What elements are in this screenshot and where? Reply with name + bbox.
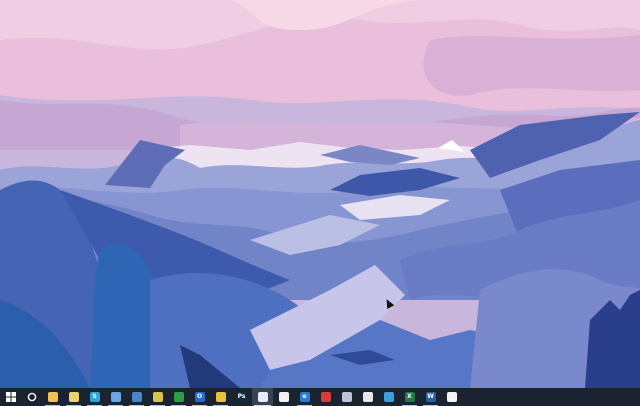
- word-icon: W: [425, 392, 436, 402]
- sketch-icon: [152, 392, 163, 402]
- cortana-ring-icon: [27, 392, 36, 402]
- wechat-icon: [68, 392, 79, 402]
- store-bag-icon: [446, 392, 457, 402]
- search-button[interactable]: [21, 388, 42, 406]
- yellow-app-icon: [215, 392, 226, 402]
- taskbar-app-wechat[interactable]: [63, 388, 84, 406]
- start-button[interactable]: [0, 388, 21, 406]
- taskbar-app-outlook[interactable]: O: [189, 388, 210, 406]
- taskbar-app-baidu[interactable]: [357, 388, 378, 406]
- telegram-icon: [383, 392, 394, 402]
- mountain-landscape-wallpaper: [0, 0, 640, 388]
- edge-icon: e: [299, 392, 310, 402]
- steam-icon: [131, 392, 142, 402]
- taskbar-app-feedback[interactable]: [210, 388, 231, 406]
- taskbar-app-steam[interactable]: [126, 388, 147, 406]
- cloud-icon: [341, 392, 352, 402]
- white-app-icon: [278, 392, 289, 402]
- taskbar-app-quickbooks[interactable]: [168, 388, 189, 406]
- folder-icon: [47, 392, 58, 402]
- taskbar-app-photoshop[interactable]: Ps: [231, 388, 252, 406]
- desktop-wallpaper: [0, 0, 640, 388]
- photoshop-icon: Ps: [236, 392, 247, 402]
- taskbar-app-excel[interactable]: X: [399, 388, 420, 406]
- taskbar-app-messages[interactable]: [252, 388, 273, 406]
- taskbar-app-netease[interactable]: [315, 388, 336, 406]
- taskbar-app-store[interactable]: [441, 388, 462, 406]
- excel-icon: X: [404, 392, 415, 402]
- music-icon: [320, 392, 331, 402]
- taskbar-app-edge[interactable]: e: [294, 388, 315, 406]
- chat-icon: [257, 392, 268, 402]
- paw-icon: [362, 392, 373, 402]
- green-app-icon: [173, 392, 184, 402]
- taskbar-app-weather[interactable]: [336, 388, 357, 406]
- outlook-icon: O: [194, 392, 205, 402]
- taskbar-app-file-explorer[interactable]: [42, 388, 63, 406]
- taskbar-app-wallet[interactable]: [273, 388, 294, 406]
- taskbar-app-telegram[interactable]: [378, 388, 399, 406]
- taskbar-app-settings[interactable]: [105, 388, 126, 406]
- taskbar: S O Ps e X W: [0, 388, 640, 406]
- taskbar-app-skype[interactable]: S: [84, 388, 105, 406]
- pinned-apps: S O Ps e X W: [42, 388, 462, 406]
- gear-icon: [110, 392, 121, 402]
- taskbar-app-sketchup[interactable]: [147, 388, 168, 406]
- skype-icon: S: [89, 392, 100, 402]
- taskbar-app-word[interactable]: W: [420, 388, 441, 406]
- windows-logo-icon: [5, 392, 16, 402]
